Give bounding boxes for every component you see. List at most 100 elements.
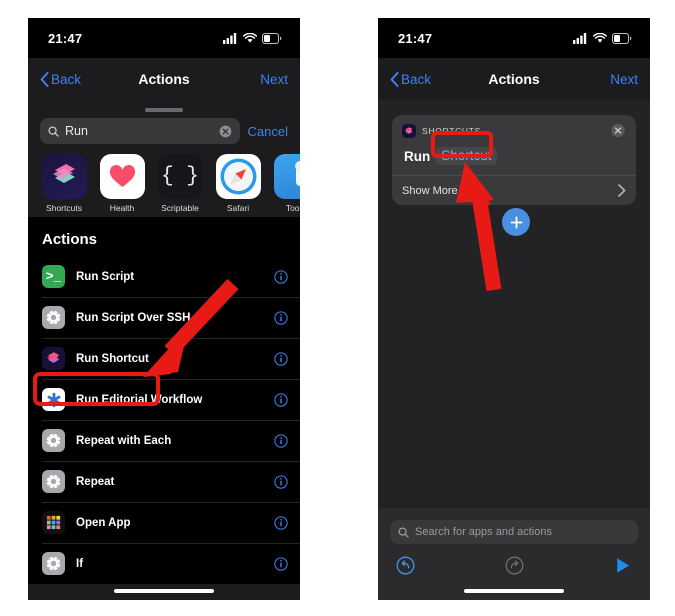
search-input-placeholder: Search for apps and actions (415, 526, 552, 538)
home-indicator (464, 589, 564, 593)
action-row-run-shortcut[interactable]: Run Shortcut (28, 338, 300, 379)
show-more-label: Show More (402, 184, 458, 197)
app-suggestion-label: Safari (226, 203, 250, 213)
chevron-left-icon (40, 71, 49, 87)
plus-icon (510, 216, 522, 228)
battery-icon (612, 32, 632, 44)
app-suggestion-scriptable[interactable]: { } Scriptable (156, 154, 204, 213)
status-time: 21:47 (48, 30, 83, 46)
info-icon[interactable] (274, 433, 288, 448)
gear-icon (42, 552, 65, 575)
action-row-run-script-over-ssh[interactable]: Run Script Over SSH (28, 297, 300, 338)
cellular-signal-icon (223, 32, 237, 44)
cellular-signal-icon (573, 32, 587, 44)
gear-icon (42, 470, 65, 493)
action-row-repeat-with-each[interactable]: Repeat with Each (28, 420, 300, 461)
info-icon[interactable] (274, 310, 288, 325)
action-row-repeat[interactable]: Repeat (28, 461, 300, 502)
screen-right: 21:47 Back Actions Next SHORTCUTS Run Sh… (378, 18, 650, 600)
app-suggestion-label: Shortcuts (46, 203, 82, 213)
info-icon[interactable] (274, 556, 288, 571)
action-label: Repeat with Each (76, 434, 172, 447)
action-row-run-editorial-workflow[interactable]: Run Editorial Workflow (28, 379, 300, 420)
app-suggestion-label: Scriptable (161, 203, 199, 213)
shortcuts-icon (402, 123, 416, 138)
action-card-verb: Run (404, 148, 431, 164)
action-label: If (76, 557, 84, 570)
safari-app-icon (215, 154, 261, 199)
shortcut-editor-canvas: SHORTCUTS Run Shortcut Show More Search … (378, 100, 650, 600)
nav-bar-right: Back Actions Next (378, 58, 650, 100)
toolbox-app-icon (273, 154, 300, 199)
search-icon (48, 125, 59, 137)
back-label: Back (51, 71, 82, 87)
clear-icon[interactable] (219, 125, 232, 138)
app-suggestion-label: Toolb (285, 203, 300, 213)
gear-icon (42, 306, 65, 329)
gear-icon (42, 429, 65, 452)
status-icons (223, 32, 282, 44)
chevron-right-icon (618, 184, 626, 197)
play-icon[interactable] (613, 556, 632, 575)
back-button[interactable]: Back (40, 71, 82, 87)
back-label: Back (401, 71, 432, 87)
search-row: Run Cancel (28, 118, 300, 144)
chevron-left-icon (390, 71, 399, 87)
cancel-button[interactable]: Cancel (248, 124, 292, 139)
action-card-app-label: SHORTCUTS (422, 125, 482, 136)
info-icon[interactable] (274, 474, 288, 489)
search-input-value: Run (65, 124, 88, 138)
actions-list: >_ Run Script Run Script Over SSH Run Sh… (28, 256, 300, 584)
screen-left: 21:47 Back Actions Next Run Cancel Short… (28, 18, 300, 600)
app-suggestion-strip: Shortcuts Health { } Scriptable Safari T… (28, 144, 300, 217)
action-row-run-script[interactable]: >_ Run Script (28, 256, 300, 297)
action-label: Run Shortcut (76, 352, 149, 365)
info-icon[interactable] (274, 269, 288, 284)
app-suggestion-shortcuts[interactable]: Shortcuts (40, 154, 88, 213)
shortcut-parameter-token[interactable]: Shortcut (436, 147, 497, 165)
sheet-grabber[interactable] (145, 108, 183, 112)
status-bar-right: 21:47 (378, 18, 650, 58)
app-suggestion-label: Health (109, 203, 135, 213)
app-suggestion-toolbox[interactable]: Toolb (272, 154, 300, 213)
add-action-button[interactable] (502, 208, 530, 236)
info-icon[interactable] (274, 351, 288, 366)
editor-bottom-bar: Search for apps and actions (378, 508, 650, 600)
status-time: 21:47 (398, 30, 433, 46)
phone-left: 21:47 Back Actions Next Run Cancel Short… (28, 18, 300, 600)
wifi-icon (243, 32, 257, 43)
search-sheet: Run Cancel Shortcuts Health {} Scriptab… (28, 100, 300, 600)
shortcuts-app-icon (41, 154, 87, 199)
status-bar-left: 21:47 (28, 18, 300, 58)
battery-icon (262, 32, 282, 44)
next-button[interactable]: Next (610, 72, 638, 87)
undo-icon[interactable] (396, 556, 415, 575)
info-icon[interactable] (274, 392, 288, 407)
action-row-if[interactable]: If (28, 543, 300, 584)
run-script-icon: >_ (42, 265, 65, 288)
next-button[interactable]: Next (260, 72, 288, 87)
section-title-actions: Actions (28, 217, 300, 256)
app-suggestion-health[interactable]: Health (98, 154, 146, 213)
action-label: Run Script (76, 270, 135, 283)
action-row-open-app[interactable]: Open App (28, 502, 300, 543)
scriptable-app-icon: { } (157, 154, 203, 199)
action-label: Open App (76, 516, 131, 529)
app-suggestion-safari[interactable]: Safari (214, 154, 262, 213)
phone-right: 21:47 Back Actions Next SHORTCUTS Run Sh… (378, 18, 650, 600)
home-indicator (114, 589, 214, 593)
info-icon[interactable] (274, 515, 288, 530)
editorial-icon (42, 388, 65, 411)
status-icons (573, 32, 632, 44)
search-input[interactable]: Search for apps and actions (390, 520, 638, 544)
back-button[interactable]: Back (390, 71, 432, 87)
app-grid-icon (42, 511, 65, 534)
search-input[interactable]: Run (40, 118, 240, 144)
close-icon[interactable] (610, 123, 626, 138)
redo-icon[interactable] (505, 556, 524, 575)
wifi-icon (593, 32, 607, 43)
editor-toolbar (378, 544, 650, 575)
show-more-row[interactable]: Show More (402, 176, 626, 197)
shortcuts-icon (42, 347, 65, 370)
action-card-run-shortcut[interactable]: SHORTCUTS Run Shortcut Show More (392, 115, 636, 205)
